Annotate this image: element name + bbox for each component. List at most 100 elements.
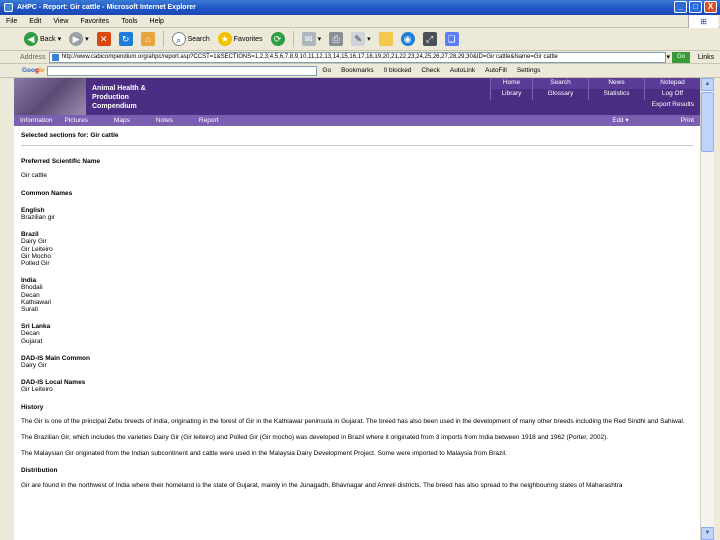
- preferred-name-value: Gir cattle: [21, 172, 48, 180]
- home-button[interactable]: ⌂: [139, 30, 157, 48]
- divider: [21, 145, 693, 147]
- back-label: Back: [40, 35, 56, 43]
- history-paragraph: The Malaysian Gir originated from the In…: [21, 450, 507, 458]
- address-input[interactable]: http://www.cabicompendium.org/ahpc/repor…: [48, 51, 667, 63]
- site-header: Animal Health & Production Compendium Ho…: [14, 78, 700, 115]
- search-button[interactable]: ⌕ Search: [170, 30, 212, 48]
- google-go-button[interactable]: Go: [317, 67, 336, 74]
- nav-logoff[interactable]: Log Off: [644, 89, 700, 100]
- tab-information[interactable]: Information: [14, 117, 59, 124]
- vertical-scrollbar[interactable]: ▲ ▼: [700, 78, 714, 540]
- messenger-button[interactable]: ◉: [399, 30, 417, 48]
- google-logo: Google: [22, 67, 45, 74]
- tab-notes[interactable]: Notes: [150, 117, 179, 124]
- country-label: Brazil: [21, 231, 39, 239]
- nav-search[interactable]: Search: [532, 78, 588, 89]
- names-india: India Bhodali Decan Kathiawari Surati: [21, 277, 693, 313]
- page-content: Animal Health & Production Compendium Ho…: [14, 78, 700, 540]
- section-heading: Preferred Scientific Name: [21, 158, 101, 166]
- name-value: Gujarat: [21, 337, 43, 345]
- dadis-main-names: DAD-IS Main Common Dairy Gir: [21, 355, 693, 369]
- history-button[interactable]: ⟳: [269, 30, 287, 48]
- spell-check-button[interactable]: Check: [416, 67, 444, 74]
- edit-icon: ✎: [351, 32, 366, 46]
- back-button[interactable]: ◀ Back ▾: [22, 30, 63, 48]
- window-title: AHPC - Report: Gir cattle - Microsoft In…: [17, 4, 196, 11]
- edit-button[interactable]: Edit ▾: [606, 115, 634, 126]
- address-label: Address: [20, 53, 46, 61]
- chevron-down-icon: ▾: [317, 36, 322, 43]
- menu-tools[interactable]: Tools: [115, 18, 143, 25]
- print-button[interactable]: ⎙: [327, 30, 345, 48]
- home-icon: ⌂: [140, 32, 155, 46]
- names-brazil: Brazil Dairy Gir Gir Leiteiro Gir Mocho …: [21, 231, 693, 267]
- nav-library[interactable]: Library: [490, 89, 532, 100]
- tab-report[interactable]: Report: [193, 117, 225, 124]
- autolink-button[interactable]: AutoLink: [445, 67, 480, 74]
- nav-news[interactable]: News: [588, 78, 644, 89]
- google-settings-button[interactable]: Settings: [512, 67, 546, 74]
- search-label: Search: [187, 35, 210, 43]
- menu-edit[interactable]: Edit: [23, 18, 47, 25]
- folder-button[interactable]: [377, 30, 395, 48]
- windows-logo-icon: ⊞: [688, 15, 718, 28]
- nav-glossary[interactable]: Glossary: [532, 89, 588, 100]
- chevron-down-icon: ▾: [57, 36, 62, 43]
- scroll-thumb[interactable]: [701, 92, 714, 152]
- name-value: Bhodali: [21, 284, 43, 292]
- refresh-button[interactable]: ↻: [117, 30, 135, 48]
- edit-button[interactable]: ✎ ▾: [349, 30, 373, 48]
- name-value: Dairy Gir: [21, 362, 47, 370]
- forward-arrow-icon: ▶: [69, 32, 84, 46]
- popup-blocked-count[interactable]: 0 blocked: [379, 67, 417, 74]
- nav-statistics[interactable]: Statistics: [588, 89, 644, 100]
- tab-maps[interactable]: Maps: [108, 117, 136, 124]
- print-link[interactable]: Print: [675, 115, 700, 126]
- country-label: English: [21, 206, 45, 214]
- address-bar: Address http://www.cabicompendium.org/ah…: [0, 51, 720, 64]
- stop-icon: ✕: [96, 32, 111, 46]
- forward-button[interactable]: ▶ ▾: [67, 30, 91, 48]
- autofill-button[interactable]: AutoFill: [480, 67, 512, 74]
- mail-button[interactable]: ✉ ▾: [300, 30, 324, 48]
- go-button[interactable]: Go: [672, 51, 690, 63]
- favorites-button[interactable]: ★ Favorites: [216, 30, 265, 48]
- toolbar-separator: [162, 31, 164, 47]
- links-label[interactable]: Links: [692, 54, 720, 61]
- selected-sections-heading: Selected sections for: Gir cattle: [21, 132, 119, 139]
- section-nav-bar: Information Pictures Maps Notes Report E…: [14, 115, 700, 126]
- nav-home[interactable]: Home: [490, 78, 532, 89]
- maximize-button[interactable]: □: [689, 1, 702, 13]
- nav-notepad[interactable]: Notepad: [644, 78, 700, 89]
- discuss-button[interactable]: ❏: [443, 30, 461, 48]
- names-sri-lanka: Sri Lanka Decan Gujarat: [21, 323, 693, 345]
- close-button[interactable]: X: [704, 1, 717, 13]
- google-bookmarks-button[interactable]: Bookmarks: [336, 67, 379, 74]
- chevron-down-icon[interactable]: ▾: [666, 53, 670, 61]
- minimize-button[interactable]: _: [674, 1, 687, 13]
- menu-view[interactable]: View: [47, 18, 74, 25]
- stop-button[interactable]: ✕: [95, 30, 113, 48]
- chevron-down-icon: ▾: [367, 36, 371, 43]
- header-photo: [14, 78, 86, 115]
- page-icon: [51, 53, 59, 61]
- menu-file[interactable]: File: [0, 18, 23, 25]
- scroll-down-arrow-icon[interactable]: ▼: [701, 527, 714, 540]
- google-search-input[interactable]: [47, 65, 318, 76]
- common-names-section: Common Names: [21, 190, 693, 197]
- google-toolbar: Google Go Bookmarks 0 blocked Check Auto…: [0, 64, 720, 78]
- history-icon: ⟳: [270, 32, 285, 46]
- menu-favorites[interactable]: Favorites: [74, 18, 115, 25]
- research-button[interactable]: ⤢: [421, 30, 439, 48]
- print-icon: ⎙: [329, 32, 344, 46]
- tab-pictures[interactable]: Pictures: [59, 117, 94, 124]
- name-value: Surati: [21, 306, 38, 314]
- menu-help[interactable]: Help: [144, 18, 170, 25]
- name-value: Decan: [21, 330, 40, 338]
- report-document: Selected sections for: Gir cattle Prefer…: [21, 130, 693, 499]
- browser-window: AHPC - Report: Gir cattle - Microsoft In…: [0, 0, 720, 540]
- nav-export-results[interactable]: Export Results: [644, 100, 700, 111]
- dadis-label: DAD-IS Local Names: [21, 379, 86, 387]
- scroll-up-arrow-icon[interactable]: ▲: [701, 78, 714, 91]
- history-paragraph: The Gir is one of the principal Zebu bre…: [21, 417, 685, 425]
